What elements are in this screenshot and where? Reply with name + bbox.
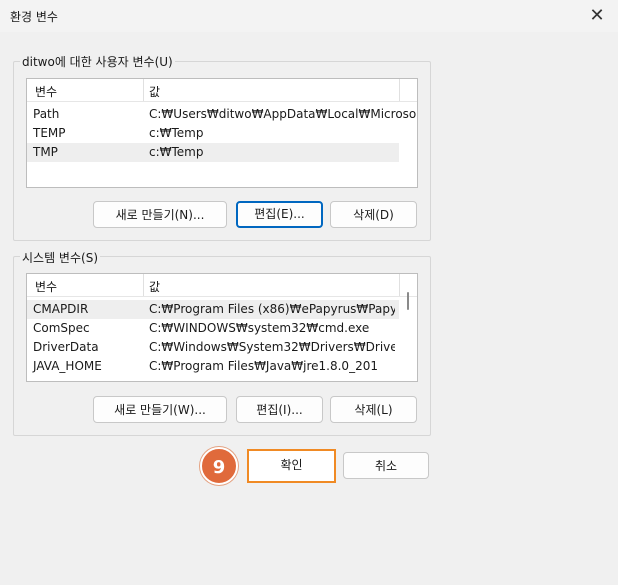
column-header-name[interactable]: 변수 — [35, 83, 57, 100]
system-delete-button[interactable]: 삭제(L) — [330, 396, 417, 423]
list-item-selected[interactable]: CMAPDIR C:₩Program Files (x86)₩ePapyrus₩… — [27, 300, 399, 319]
user-variables-list[interactable]: 변수 값 Path C:₩Users₩ditwo₩AppData₩Local₩M… — [26, 78, 418, 188]
ok-button[interactable]: 확인 — [247, 449, 336, 483]
column-header-name[interactable]: 변수 — [35, 278, 57, 295]
column-header-value[interactable]: 값 — [149, 278, 160, 295]
list-item[interactable]: Path C:₩Users₩ditwo₩AppData₩Local₩Micros… — [27, 105, 417, 124]
step-number-badge: 9 — [200, 447, 238, 485]
list-item[interactable]: TEMP c:₩Temp — [27, 124, 417, 143]
list-item-selected[interactable]: TMP c:₩Temp — [27, 143, 399, 162]
system-variables-list[interactable]: 변수 값 CMAPDIR C:₩Program Files (x86)₩ePap… — [26, 273, 418, 382]
vertical-scrollbar[interactable] — [405, 288, 411, 378]
list-item[interactable]: JAVA_HOME C:₩Program Files₩Java₩jre1.8.0… — [27, 357, 417, 376]
scrollbar-thumb[interactable] — [407, 292, 409, 310]
title-bar: 환경 변수 ✕ — [0, 0, 618, 32]
user-edit-button[interactable]: 편집(E)... — [236, 201, 323, 228]
user-variables-legend: ditwo에 대한 사용자 변수(U) — [20, 53, 175, 70]
user-delete-button[interactable]: 삭제(D) — [330, 201, 417, 228]
cancel-button[interactable]: 취소 — [343, 452, 429, 479]
window-title: 환경 변수 — [10, 10, 58, 24]
list-item[interactable]: ComSpec C:₩WINDOWS₩system32₩cmd.exe — [27, 319, 417, 338]
system-variables-legend: 시스템 변수(S) — [20, 249, 100, 266]
close-icon[interactable]: ✕ — [586, 5, 608, 27]
list-header: 변수 값 — [27, 79, 417, 102]
list-header: 변수 값 — [27, 274, 417, 297]
column-header-value[interactable]: 값 — [149, 83, 160, 100]
user-new-button[interactable]: 새로 만들기(N)... — [93, 201, 227, 228]
list-item[interactable]: DriverData C:₩Windows₩System32₩Drivers₩D… — [27, 338, 417, 357]
system-edit-button[interactable]: 편집(I)... — [236, 396, 323, 423]
system-new-button[interactable]: 새로 만들기(W)... — [93, 396, 227, 423]
